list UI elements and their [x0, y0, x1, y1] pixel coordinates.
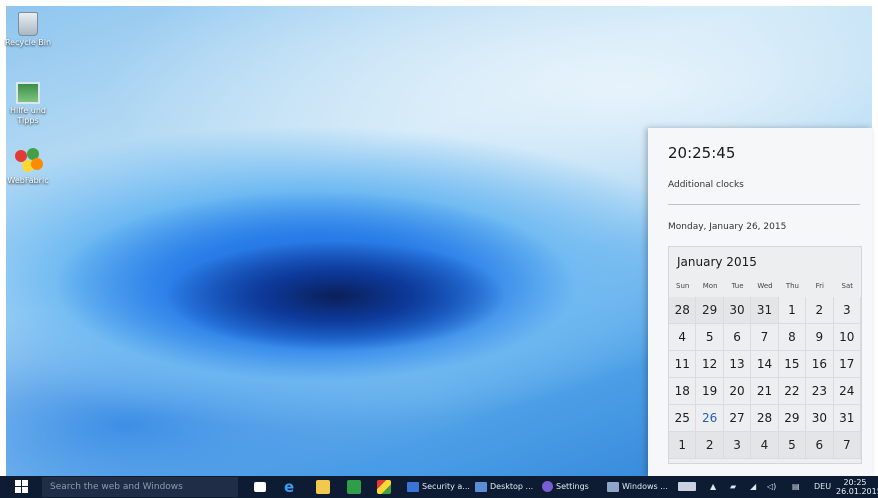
calendar-day[interactable]: 12 — [696, 351, 724, 378]
calendar-day[interactable]: 13 — [723, 351, 752, 378]
calendar-day[interactable]: 8 — [778, 324, 807, 351]
search-input[interactable]: Search the web and Windows — [42, 477, 238, 497]
windows-logo-icon — [15, 480, 21, 486]
weekday-label: Sat — [841, 282, 853, 290]
calendar-day[interactable]: 2 — [696, 432, 724, 459]
calendar-day[interactable]: 6 — [806, 432, 834, 459]
weekday-label: Sun — [676, 282, 690, 290]
webfabric-shortcut[interactable]: WebFabric — [2, 148, 54, 186]
calendar-day[interactable]: 4 — [751, 432, 779, 459]
calendar-day[interactable]: 11 — [669, 351, 697, 378]
calendar-day[interactable]: 15 — [778, 351, 807, 378]
flyout-divider — [668, 204, 860, 205]
flyout-time: 20:25:45 — [668, 144, 736, 162]
calendar-day[interactable]: 1 — [778, 297, 807, 324]
calendar-day[interactable]: 2 — [806, 297, 834, 324]
help-tips-shortcut[interactable]: Hilfe und Tipps — [2, 82, 54, 126]
language-indicator[interactable]: DEU — [814, 479, 831, 495]
weekday-label: Tue — [731, 282, 744, 290]
calendar-day[interactable]: 30 — [806, 405, 834, 432]
calendar-day[interactable]: 20 — [723, 378, 752, 405]
calendar-day[interactable]: 9 — [806, 324, 834, 351]
edge-browser-icon[interactable]: e — [284, 480, 298, 495]
weekday-label: Wed — [757, 282, 773, 290]
file-explorer-icon[interactable] — [316, 480, 330, 494]
recycle-bin-shortcut[interactable]: Recycle Bin — [2, 12, 54, 48]
taskbar-app-settings[interactable]: Settings — [542, 478, 589, 496]
flag-icon — [407, 481, 419, 492]
calendar-month-label[interactable]: January 2015 — [677, 255, 757, 269]
clock-calendar-flyout: 20:25:45 Additional clocks Monday, Janua… — [648, 128, 872, 476]
weekday-label: Mon — [702, 282, 718, 290]
calendar-day[interactable]: 17 — [833, 351, 861, 378]
calendar-day[interactable]: 28 — [669, 297, 697, 324]
calendar-day[interactable]: 23 — [806, 378, 834, 405]
calendar-day[interactable]: 27 — [723, 405, 752, 432]
recycle-bin-icon — [18, 12, 38, 36]
colorful-dots-icon — [15, 148, 43, 174]
keyboard-icon[interactable] — [678, 482, 696, 491]
calendar-day[interactable]: 29 — [778, 405, 807, 432]
gear-icon — [542, 481, 553, 492]
calendar-day[interactable]: 5 — [778, 432, 807, 459]
task-view-icon[interactable] — [254, 482, 266, 492]
calendar-day[interactable]: 29 — [696, 297, 724, 324]
calendar-day[interactable]: 31 — [751, 297, 779, 324]
calendar-day[interactable]: 28 — [751, 405, 779, 432]
calendar-day[interactable]: 16 — [806, 351, 834, 378]
calendar-day[interactable]: 31 — [833, 405, 861, 432]
monitor-icon — [475, 481, 487, 492]
calendar-day[interactable]: 30 — [723, 297, 752, 324]
taskbar-time: 20:25 — [843, 478, 867, 487]
calendar-weekday-header: Sun Mon Tue Wed Thu Fri Sat — [669, 279, 861, 293]
calendar-day[interactable]: 7 — [833, 432, 861, 459]
calendar-day[interactable]: 1 — [669, 432, 697, 459]
colorful-app-icon[interactable] — [377, 480, 391, 494]
notifications-icon[interactable]: ▤ — [792, 479, 800, 495]
store-icon[interactable] — [347, 480, 361, 494]
taskbar: Search the web and Windows e Security a.… — [0, 476, 878, 498]
show-hidden-icons-chevron-icon[interactable]: ▲ — [710, 479, 716, 495]
calendar-day[interactable]: 3 — [723, 432, 752, 459]
computer-icon — [16, 82, 40, 104]
calendar-day[interactable]: 7 — [751, 324, 779, 351]
calendar-day[interactable]: 24 — [833, 378, 861, 405]
calendar: January 2015 Sun Mon Tue Wed Thu Fri Sat 28 29 3… — [668, 246, 862, 464]
calendar-day[interactable]: 3 — [833, 297, 861, 324]
calendar-day[interactable]: 4 — [669, 324, 697, 351]
calendar-day[interactable]: 25 — [669, 405, 697, 432]
network-icon[interactable]: ▰ — [730, 479, 736, 495]
help-tips-label: Hilfe und Tipps — [10, 106, 46, 125]
additional-clocks-link[interactable]: Additional clocks — [668, 180, 744, 190]
weekday-label: Thu — [785, 282, 799, 290]
taskbar-date: 26.01.2015 — [836, 487, 878, 496]
calendar-day[interactable]: 5 — [696, 324, 724, 351]
calendar-day[interactable]: 21 — [751, 378, 779, 405]
calendar-day[interactable]: 14 — [751, 351, 779, 378]
weekday-label: Fri — [815, 282, 824, 290]
desktop-screen: Recycle Bin Hilfe und Tipps WebFabric 20… — [0, 0, 878, 498]
calendar-day[interactable]: 22 — [778, 378, 807, 405]
webfabric-label: WebFabric — [7, 176, 49, 185]
calendar-day[interactable]: 6 — [723, 324, 752, 351]
signal-icon[interactable]: ◢ — [750, 479, 756, 495]
taskbar-app-security[interactable]: Security a... — [407, 478, 470, 496]
volume-icon[interactable]: ◁) — [767, 479, 776, 495]
calendar-day-grid: 28 29 30 31 1 2 3 4 5 6 7 8 9 10 11 12 13 14 15 16 17 18 19 20 2… — [669, 297, 861, 459]
calendar-day[interactable]: 18 — [669, 378, 697, 405]
window-icon — [607, 481, 619, 492]
taskbar-app-windows[interactable]: Windows ... — [607, 478, 668, 496]
calendar-day[interactable]: 26 — [696, 405, 724, 432]
taskbar-clock[interactable]: 20:25 26.01.2015 — [836, 478, 878, 496]
recycle-bin-label: Recycle Bin — [4, 38, 52, 47]
flyout-full-date[interactable]: Monday, January 26, 2015 — [668, 222, 786, 232]
calendar-day[interactable]: 10 — [833, 324, 861, 351]
calendar-day[interactable]: 19 — [696, 378, 724, 405]
taskbar-app-desktop[interactable]: Desktop ... — [475, 478, 533, 496]
start-button[interactable] — [8, 480, 34, 494]
